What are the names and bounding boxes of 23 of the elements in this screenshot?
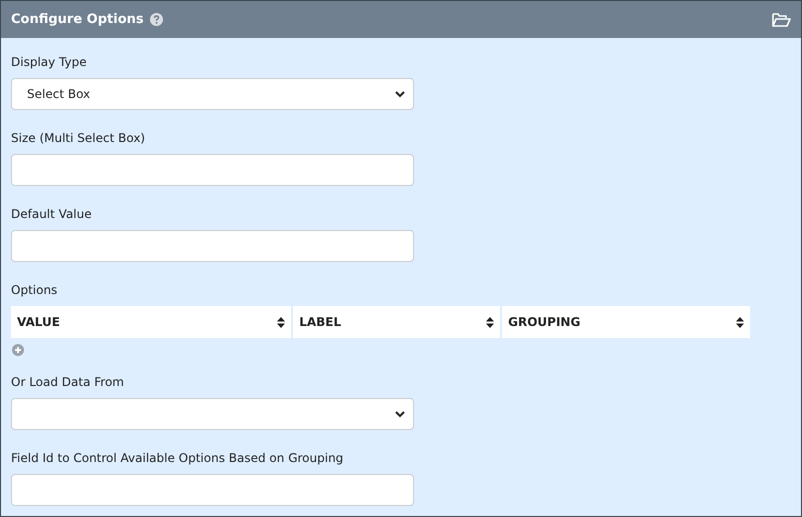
field-label: Or Load Data From <box>11 374 124 391</box>
input-field[interactable] <box>11 230 414 262</box>
chevron-down-icon <box>395 90 405 98</box>
add-icon[interactable] <box>12 344 24 356</box>
sort-icon <box>486 316 494 328</box>
folder-open-icon[interactable] <box>772 12 791 26</box>
sort-icon <box>277 316 286 328</box>
column-header[interactable]: GROUPING <box>502 306 750 338</box>
sort-icon <box>736 316 744 328</box>
field-label: Default Value <box>11 206 92 223</box>
input-field[interactable] <box>11 154 414 186</box>
input-field[interactable] <box>11 474 414 506</box>
panel-title: Configure Options <box>11 12 144 27</box>
select-field[interactable]: Select Box <box>11 78 414 110</box>
chevron-down-icon <box>395 410 405 418</box>
field-label: Size (Multi Select Box) <box>11 130 146 147</box>
field-label: Field Id to Control Available Options Based on Grouping <box>11 450 344 467</box>
column-header[interactable]: VALUE <box>11 306 292 338</box>
select-field[interactable] <box>11 398 414 430</box>
column-header[interactable]: LABEL <box>293 306 500 338</box>
field-label: Options <box>11 282 58 299</box>
field-label: Display Type <box>11 54 87 71</box>
help-icon[interactable] <box>150 13 163 26</box>
